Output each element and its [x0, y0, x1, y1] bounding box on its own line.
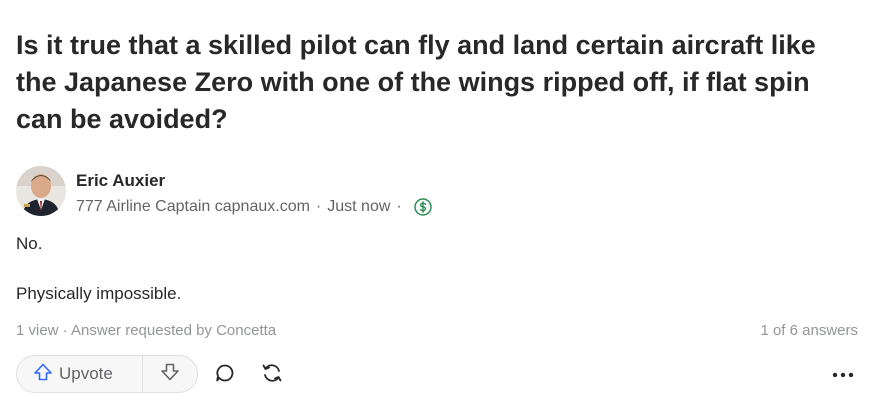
- more-options-button[interactable]: [830, 362, 856, 388]
- arrow-down-icon: [160, 362, 180, 387]
- arrow-up-icon: [33, 362, 53, 387]
- upvote-button[interactable]: Upvote: [17, 356, 143, 392]
- question-title[interactable]: Is it true that a skilled pilot can fly …: [16, 27, 816, 138]
- upvote-label: Upvote: [59, 364, 113, 383]
- comment-icon: [214, 362, 236, 389]
- answer-paragraph: No.: [16, 234, 43, 253]
- share-icon: [260, 361, 284, 390]
- answer-paragraph: Physically impossible.: [16, 284, 182, 303]
- author-credential[interactable]: 777 Airline Captain capnaux.com: [76, 198, 310, 216]
- avatar[interactable]: [16, 166, 66, 216]
- dollar-circle-icon[interactable]: [413, 198, 432, 216]
- answer-count: 1 of 6 answers: [760, 322, 858, 339]
- share-button[interactable]: [259, 362, 285, 388]
- views-and-request[interactable]: 1 view · Answer requested by Concetta: [16, 322, 276, 339]
- author-meta: 777 Airline Captain capnaux.com · Just n…: [76, 198, 432, 216]
- comment-button[interactable]: [212, 362, 238, 388]
- answer-card: Is it true that a skilled pilot can fly …: [0, 0, 880, 407]
- meta-separator: ·: [315, 198, 322, 215]
- more-icon: [831, 366, 855, 384]
- author-name[interactable]: Eric Auxier: [76, 171, 165, 191]
- meta-separator: ·: [396, 198, 402, 215]
- answer-timestamp[interactable]: Just now: [327, 198, 390, 216]
- vote-group: Upvote: [16, 355, 198, 393]
- downvote-button[interactable]: [143, 356, 197, 392]
